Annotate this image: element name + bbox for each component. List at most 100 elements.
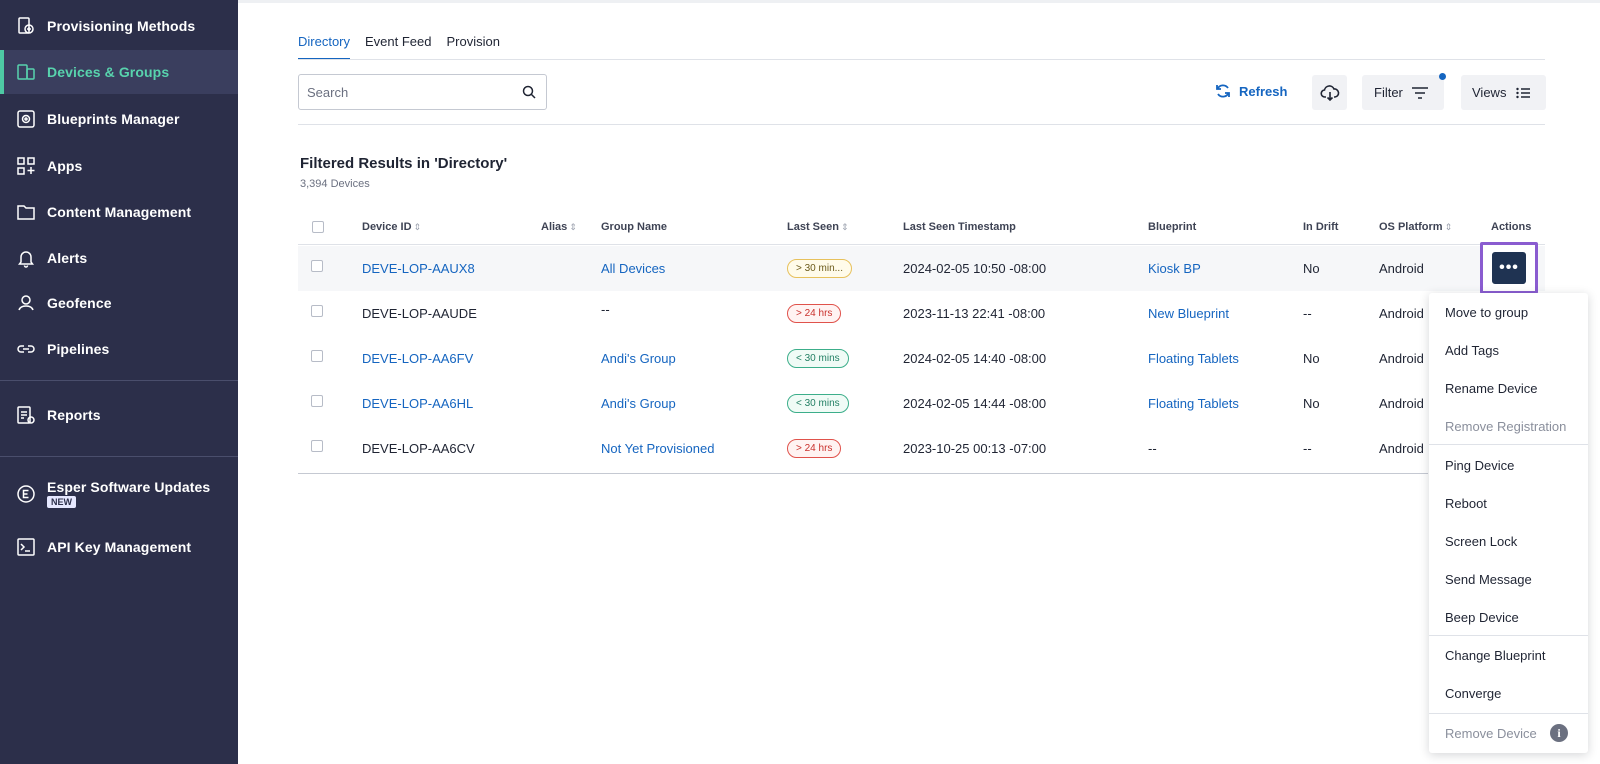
device-id[interactable]: DEVE-LOP-AAUDE — [362, 306, 477, 321]
refresh-button[interactable]: Refresh — [1214, 82, 1287, 100]
sidebar-item-api-key-management[interactable]: API Key Management — [0, 525, 238, 569]
last-seen-badge: > 24 hrs — [787, 304, 842, 323]
sidebar-item-label: Devices & Groups — [47, 64, 170, 80]
sidebar-item-apps[interactable]: Apps — [0, 144, 238, 188]
row-actions-button[interactable]: ••• — [1480, 242, 1538, 294]
row-checkbox[interactable] — [311, 395, 323, 407]
search-box — [298, 74, 547, 110]
search-icon[interactable] — [522, 85, 536, 99]
blueprint-link[interactable]: Kiosk BP — [1148, 261, 1201, 276]
menu-item-beep-device[interactable]: Beep Device — [1445, 610, 1519, 625]
download-button[interactable] — [1312, 75, 1347, 110]
results-title: Filtered Results in 'Directory' — [300, 155, 508, 172]
group-name-link[interactable]: All Devices — [601, 261, 665, 276]
tab-directory[interactable]: Directory — [298, 34, 351, 60]
column-header-last-seen[interactable]: Last Seen ⇕ — [787, 221, 849, 233]
blueprint-link[interactable]: Floating Tablets — [1148, 351, 1239, 366]
last-seen-badge: > 30 min... — [787, 259, 852, 278]
views-button[interactable]: Views — [1461, 75, 1546, 110]
sidebar-item-reports[interactable]: Reports — [0, 393, 238, 437]
row-checkbox[interactable] — [311, 260, 323, 272]
refresh-icon — [1216, 84, 1230, 98]
sort-icon: ⇕ — [840, 222, 849, 232]
table-bottom-divider — [298, 473, 1428, 474]
in-drift-value: No — [1303, 351, 1320, 366]
sidebar-item-label: Pipelines — [47, 341, 110, 357]
column-header-alias[interactable]: Alias ⇕ — [541, 221, 577, 233]
row-checkbox[interactable] — [311, 440, 323, 452]
blueprint-icon — [15, 108, 37, 130]
views-label: Views — [1472, 85, 1507, 100]
sidebar-item-label: API Key Management — [47, 539, 192, 555]
sidebar-item-label: Provisioning Methods — [47, 18, 196, 34]
terminal-icon — [15, 536, 37, 558]
sidebar: Provisioning Methods Devices & Groups Bl… — [0, 0, 238, 764]
sort-icon: ⇕ — [1444, 222, 1453, 232]
menu-item-send-message[interactable]: Send Message — [1445, 572, 1532, 587]
group-name: -- — [601, 302, 610, 317]
device-id-link[interactable]: DEVE-LOP-AAUX8 — [362, 261, 475, 276]
os-platform-value: Android — [1379, 306, 1424, 321]
folder-icon — [15, 201, 37, 223]
device-id-link[interactable]: DEVE-LOP-AA6FV — [362, 351, 473, 366]
device-id-link[interactable]: DEVE-LOP-AA6HL — [362, 396, 473, 411]
last-seen-badge: < 30 mins — [787, 349, 849, 368]
search-input[interactable] — [299, 84, 509, 100]
menu-item-reboot[interactable]: Reboot — [1445, 496, 1487, 511]
row-checkbox[interactable] — [311, 305, 323, 317]
provisioning-icon — [15, 15, 37, 37]
menu-item-move-to-group[interactable]: Move to group — [1445, 305, 1528, 320]
sidebar-item-provisioning-methods[interactable]: Provisioning Methods — [0, 4, 238, 48]
sidebar-item-label: Alerts — [47, 250, 88, 266]
column-header-os-platform[interactable]: OS Platform ⇕ — [1379, 221, 1452, 233]
group-name-link[interactable]: Not Yet Provisioned — [601, 441, 714, 456]
sidebar-item-devices-groups[interactable]: Devices & Groups — [0, 50, 238, 94]
os-platform-value: Android — [1379, 396, 1424, 411]
column-header-in-drift: In Drift — [1303, 221, 1339, 233]
sidebar-item-esper-software-updates[interactable]: Esper Software Updates NEW — [0, 470, 238, 520]
esper-icon — [15, 483, 37, 505]
device-id[interactable]: DEVE-LOP-AA6CV — [362, 441, 475, 456]
sidebar-item-alerts[interactable]: Alerts — [0, 236, 238, 280]
column-header-device-id[interactable]: Device ID ⇕ — [362, 221, 421, 233]
reports-icon — [15, 404, 37, 426]
refresh-label: Refresh — [1239, 83, 1288, 99]
blueprint-link[interactable]: Floating Tablets — [1148, 396, 1239, 411]
last-seen-timestamp: 2024-02-05 14:40 -08:00 — [903, 351, 1047, 366]
menu-item-change-blueprint[interactable]: Change Blueprint — [1445, 648, 1545, 663]
table-header-divider — [298, 244, 1545, 245]
filter-button[interactable]: Filter — [1362, 75, 1444, 110]
toolbar-divider — [298, 124, 1545, 125]
menu-item-ping-device[interactable]: Ping Device — [1445, 458, 1514, 473]
menu-item-remove-device: Remove Device — [1445, 726, 1537, 741]
filter-active-dot — [1439, 73, 1446, 80]
row-checkbox[interactable] — [311, 350, 323, 362]
tab-bar: Directory Event Feed Provision — [298, 34, 515, 60]
menu-separator — [1429, 444, 1588, 445]
pipelines-icon — [15, 338, 37, 360]
menu-separator — [1429, 635, 1588, 636]
blueprint-value: -- — [1148, 441, 1157, 456]
in-drift-value: -- — [1303, 441, 1312, 456]
group-name-link[interactable]: Andi's Group — [601, 396, 676, 411]
select-all-checkbox[interactable] — [312, 221, 324, 233]
menu-item-rename-device[interactable]: Rename Device — [1445, 381, 1538, 396]
more-icon: ••• — [1492, 252, 1526, 284]
sidebar-item-label: Esper Software Updates — [47, 479, 211, 495]
menu-item-add-tags[interactable]: Add Tags — [1445, 343, 1499, 358]
tab-provision[interactable]: Provision — [447, 34, 500, 60]
sidebar-item-pipelines[interactable]: Pipelines — [0, 327, 238, 371]
group-name-link[interactable]: Andi's Group — [601, 351, 676, 366]
new-badge: NEW — [47, 496, 76, 508]
sidebar-item-blueprints-manager[interactable]: Blueprints Manager — [0, 97, 238, 141]
tab-event-feed[interactable]: Event Feed — [365, 34, 432, 60]
bell-icon — [15, 247, 37, 269]
menu-item-screen-lock[interactable]: Screen Lock — [1445, 534, 1517, 549]
info-icon[interactable]: i — [1550, 724, 1568, 742]
column-header-blueprint: Blueprint — [1148, 221, 1197, 233]
sidebar-item-content-management[interactable]: Content Management — [0, 190, 238, 234]
column-header-group-name: Group Name — [601, 221, 668, 233]
blueprint-link[interactable]: New Blueprint — [1148, 306, 1229, 321]
menu-item-converge[interactable]: Converge — [1445, 686, 1501, 701]
sidebar-item-geofence[interactable]: Geofence — [0, 281, 238, 325]
